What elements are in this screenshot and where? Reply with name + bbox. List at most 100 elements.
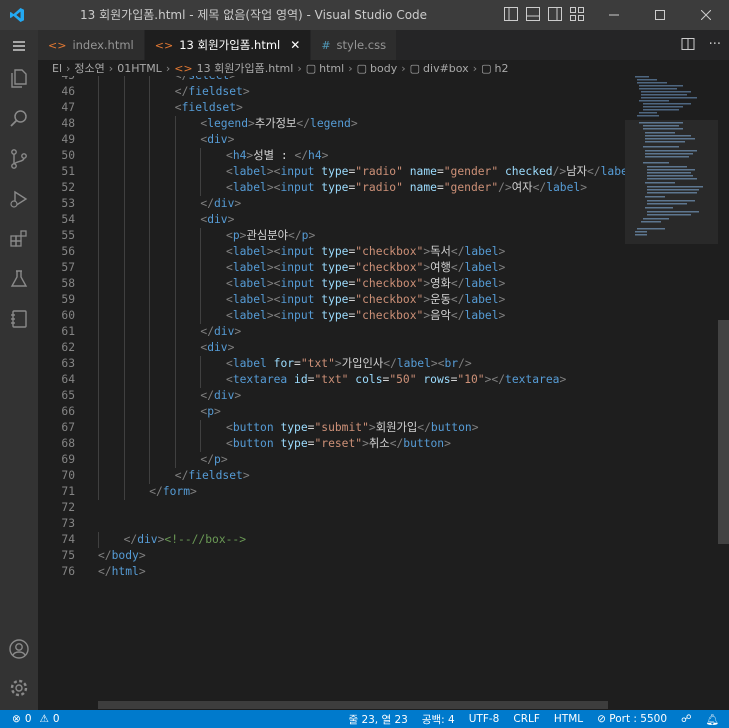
settings-gear-icon[interactable] (0, 669, 38, 707)
close-window-button[interactable] (683, 0, 729, 30)
code-token: "checkbox" (355, 277, 424, 290)
indent-guide (123, 196, 125, 212)
code-token: > (214, 405, 221, 418)
tab-signup-form-html[interactable]: <> 13 회원가입폼.html ✕ (144, 30, 312, 60)
search-icon[interactable] (0, 100, 38, 138)
code-line[interactable]: 52 <label><input type="radio" name="gende… (38, 180, 625, 196)
code-text: <p> (200, 404, 220, 420)
feedback-icon[interactable]: ☍ (681, 713, 692, 725)
toggle-panel-icon[interactable] (525, 6, 541, 22)
code-token: < (226, 421, 233, 434)
code-line[interactable]: 55 <p>관심분야</p> (38, 228, 625, 244)
code-line[interactable]: 62 <div> (38, 340, 625, 356)
notebook-icon[interactable] (0, 300, 38, 338)
breadcrumb-item[interactable]: div#box (423, 62, 469, 75)
code-token: > (227, 213, 235, 226)
code-token: </ (174, 469, 189, 482)
line-ending[interactable]: CRLF (513, 713, 540, 725)
scrollbar-thumb[interactable] (718, 320, 729, 544)
line-number: 67 (61, 421, 75, 434)
code-token: "submit" (314, 421, 369, 434)
code-line[interactable]: 54 <div> (38, 212, 625, 228)
testing-flask-icon[interactable] (0, 260, 38, 298)
code-line[interactable]: 65 </div> (38, 388, 625, 404)
extensions-icon[interactable] (0, 220, 38, 258)
code-token: /> (458, 357, 472, 370)
code-token: < (226, 149, 233, 162)
code-line[interactable]: 50 <h4>성별 : </h4> (38, 148, 625, 164)
code-line[interactable]: 71 </form> (38, 484, 625, 500)
vertical-scrollbar[interactable] (718, 76, 729, 710)
breadcrumb-item[interactable]: body (370, 62, 397, 75)
code-line[interactable]: 74 </div><!--//box--> (38, 532, 625, 548)
code-token: 회원가입 (375, 421, 418, 434)
code-line[interactable]: 49 <div> (38, 132, 625, 148)
code-line[interactable]: 73 (38, 516, 625, 532)
code-line[interactable]: 66 <p> (38, 404, 625, 420)
minimize-button[interactable] (591, 0, 637, 30)
code-line[interactable]: 68 <button type="reset">취소</button> (38, 436, 625, 452)
explorer-icon[interactable] (0, 59, 38, 97)
code-line[interactable]: 48 <legend>추가정보</legend> (38, 116, 625, 132)
maximize-button[interactable] (637, 0, 683, 30)
language-mode[interactable]: HTML (554, 713, 583, 725)
code-line[interactable]: 75 </body> (38, 548, 625, 564)
code-line[interactable]: 70 </fieldset> (38, 468, 625, 484)
code-editor[interactable]: 45</select>46</fieldset>47<fieldset>48<l… (38, 76, 625, 710)
code-line[interactable]: 76 </html> (38, 564, 625, 580)
notifications-bell-icon[interactable]: 🔔︎ (706, 713, 719, 726)
problems-indicator[interactable]: ⊗ 0 ⚠ 0 (12, 710, 60, 728)
indent-guide (149, 452, 151, 468)
line-number: 74 (61, 533, 75, 546)
code-token: > (138, 565, 146, 578)
code-line[interactable]: 58 <label><input type="checkbox">영화</labe… (38, 276, 625, 292)
source-control-icon[interactable] (0, 140, 38, 178)
toggle-primary-sidebar-icon[interactable] (503, 6, 519, 22)
code-line[interactable]: 67 <button type="submit">회원가입</button> (38, 420, 625, 436)
code-line[interactable]: 56 <label><input type="checkbox">독서</labe… (38, 244, 625, 260)
breadcrumb-item[interactable]: h2 (495, 62, 509, 75)
code-token: "checkbox" (355, 293, 424, 306)
breadcrumb-item[interactable]: 정소연 (74, 60, 104, 76)
code-line[interactable]: 46 </fieldset> (38, 84, 625, 100)
indent-guide (98, 372, 99, 388)
code-line[interactable]: 53 </div> (38, 196, 625, 212)
indent-guide (123, 436, 125, 452)
breadcrumb-item[interactable]: html (319, 62, 344, 75)
line-number: 47 (61, 101, 75, 114)
breadcrumb-item[interactable]: 01HTML (117, 62, 162, 75)
code-line[interactable]: 63 <label for="txt">가입인사</label><br/> (38, 356, 625, 372)
code-line[interactable]: 57 <label><input type="checkbox">여행</labe… (38, 260, 625, 276)
code-line[interactable]: 61 </div> (38, 324, 625, 340)
code-token: label (232, 245, 267, 258)
code-line[interactable]: 64 <textarea id="txt" cols="50" rows="10"… (38, 372, 625, 388)
cursor-position[interactable]: 줄 23, 열 23 (348, 712, 407, 727)
code-line[interactable]: 51 <label><input type="radio" name="gende… (38, 164, 625, 180)
more-actions-icon[interactable]: ··· (709, 37, 721, 55)
tab-style-css[interactable]: # style.css (311, 30, 398, 60)
code-line[interactable]: 72 (38, 500, 625, 516)
run-and-debug-icon[interactable] (0, 180, 38, 218)
tab-index-html[interactable]: <> index.html (38, 30, 145, 60)
code-line[interactable]: 45 </select> (38, 76, 625, 84)
code-line[interactable]: 69 </p> (38, 452, 625, 468)
horizontal-scrollbar[interactable] (98, 701, 608, 709)
code-token: > (248, 117, 255, 130)
indent-guide (149, 132, 151, 148)
code-line[interactable]: 59 <label><input type="checkbox">운동</labe… (38, 292, 625, 308)
line-number: 73 (61, 517, 75, 530)
toggle-secondary-sidebar-icon[interactable] (547, 6, 563, 22)
code-line[interactable]: 60 <label><input type="checkbox">음악</labe… (38, 308, 625, 324)
encoding[interactable]: UTF-8 (469, 713, 500, 725)
close-tab-icon[interactable]: ✕ (290, 38, 300, 52)
customize-layout-icon[interactable] (569, 6, 585, 22)
code-line[interactable]: 47 <fieldset> (38, 100, 625, 116)
breadcrumb-item[interactable]: El (52, 62, 62, 75)
split-editor-icon[interactable] (681, 37, 695, 55)
breadcrumb-item[interactable]: 13 회원가입폼.html (197, 60, 294, 76)
code-token: rows (423, 373, 451, 386)
indentation[interactable]: 공백: 4 (422, 712, 455, 727)
live-server-port[interactable]: ⊘ Port : 5500 (597, 713, 667, 725)
account-icon[interactable] (0, 630, 38, 668)
minimap[interactable] (625, 76, 718, 710)
